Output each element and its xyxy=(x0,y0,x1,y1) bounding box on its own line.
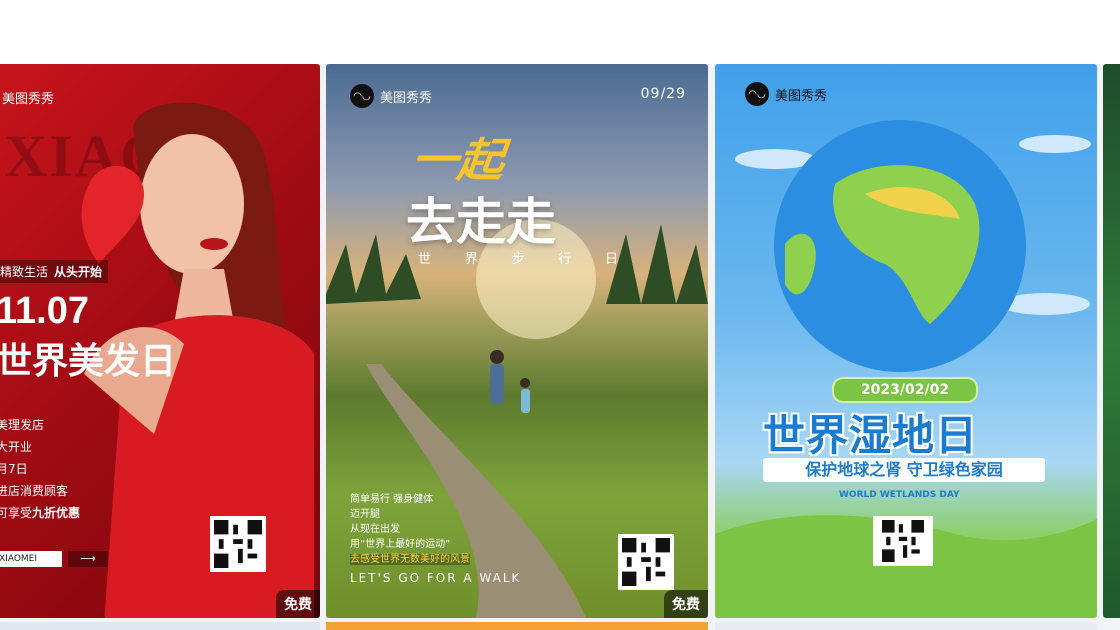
template-card-world-wetlands-day[interactable]: ◠◡ 美图秀秀 2023/02/02 世界湿地日 保护地球之肾 守卫绿色家园 W… xyxy=(715,64,1097,618)
body-line: 简单易行 强身健体 xyxy=(350,494,434,505)
event-date: 2023/02/02 xyxy=(832,377,978,403)
meitu-logo-icon: ◠◡ xyxy=(745,82,769,106)
template-card-world-walking-day[interactable]: ◠◡ 美图秀秀 09/29 一起 去走走 世 界 步 行 日 简单易行 强身健体… xyxy=(326,64,708,618)
template-card-world-hair-day[interactable]: XIAO 美图秀秀 精致生活 从头开始 11.07 世界美发日 美理发店 大开业 … xyxy=(0,64,320,618)
poster-body: 简单易行 强身健体 迈开腿 从现在出发 用“世界上最好的运动” 去感受世界无数美… xyxy=(350,492,470,567)
qr-code-icon xyxy=(618,534,674,590)
template-card-partial[interactable] xyxy=(1103,64,1120,618)
meitu-logo: 美图秀秀 xyxy=(2,88,54,107)
meitu-logo: ◠◡ 美图秀秀 xyxy=(745,82,827,106)
info-line: 美理发店 xyxy=(0,418,45,432)
meitu-logo: ◠◡ 美图秀秀 xyxy=(350,84,432,108)
discount-line: 可享受九折优惠 xyxy=(0,502,80,524)
poster-subtitle: 世 界 步 行 日 xyxy=(418,248,618,267)
poster-title-line1: 一起 xyxy=(408,133,507,187)
arrow-icon: ⟶ xyxy=(68,551,108,567)
subtitle-char: 世 xyxy=(418,252,432,267)
subtitle-char: 日 xyxy=(604,252,618,267)
qr-code-icon xyxy=(873,516,933,566)
poster-subtitle: 保护地球之肾 守卫绿色家园 xyxy=(763,458,1045,482)
english-tagline: LET'S GO FOR A WALK xyxy=(350,571,522,585)
poster-title-line2: 去走走 xyxy=(406,193,556,251)
logo-text: 美图秀秀 xyxy=(2,92,55,107)
next-row-card[interactable] xyxy=(0,622,320,630)
body-highlight-line: 去感受世界无数美好的风景 xyxy=(350,554,470,565)
info-line: 进店消费顾客 xyxy=(0,484,69,498)
slogan-bold-text: 从头开始 xyxy=(54,265,103,279)
body-line: 用“世界上最好的运动” xyxy=(350,539,451,550)
poster-title: 世界美发日 xyxy=(0,340,177,382)
subtitle-char: 行 xyxy=(558,252,572,267)
logo-text: 美图秀秀 xyxy=(775,88,828,104)
free-badge: 免费 xyxy=(276,590,320,618)
poster-date: 09/29 xyxy=(640,86,686,102)
free-badge: 免费 xyxy=(664,590,708,618)
event-date: 11.07 xyxy=(0,290,89,332)
info-lines: 美理发店 大开业 月7日 进店消费顾客 可享受九折优惠 xyxy=(0,414,80,524)
meitu-logo-icon: ◠◡ xyxy=(350,84,374,108)
subtitle-char: 步 xyxy=(511,252,525,267)
logo-text: 美图秀秀 xyxy=(380,90,433,106)
poster-title: 世界湿地日 xyxy=(763,411,979,460)
brand-tag: XIAOMEI xyxy=(0,551,62,567)
subtitle-char: 界 xyxy=(464,252,478,267)
body-line: 从现在出发 xyxy=(350,524,400,535)
next-row-card[interactable] xyxy=(326,622,708,630)
english-title: WORLD WETLANDS DAY xyxy=(839,490,960,500)
discount-prefix: 可享受 xyxy=(0,506,33,520)
slogan-text: 精致生活 xyxy=(0,265,49,279)
info-line: 大开业 xyxy=(0,440,33,454)
info-line: 月7日 xyxy=(0,462,28,476)
top-bar xyxy=(0,0,1120,64)
body-line: 迈开腿 xyxy=(350,509,380,520)
next-row-card[interactable] xyxy=(715,622,1097,630)
discount-bold: 九折优惠 xyxy=(32,506,81,520)
slogan: 精致生活 从头开始 xyxy=(0,260,109,283)
qr-code-icon xyxy=(210,516,266,572)
